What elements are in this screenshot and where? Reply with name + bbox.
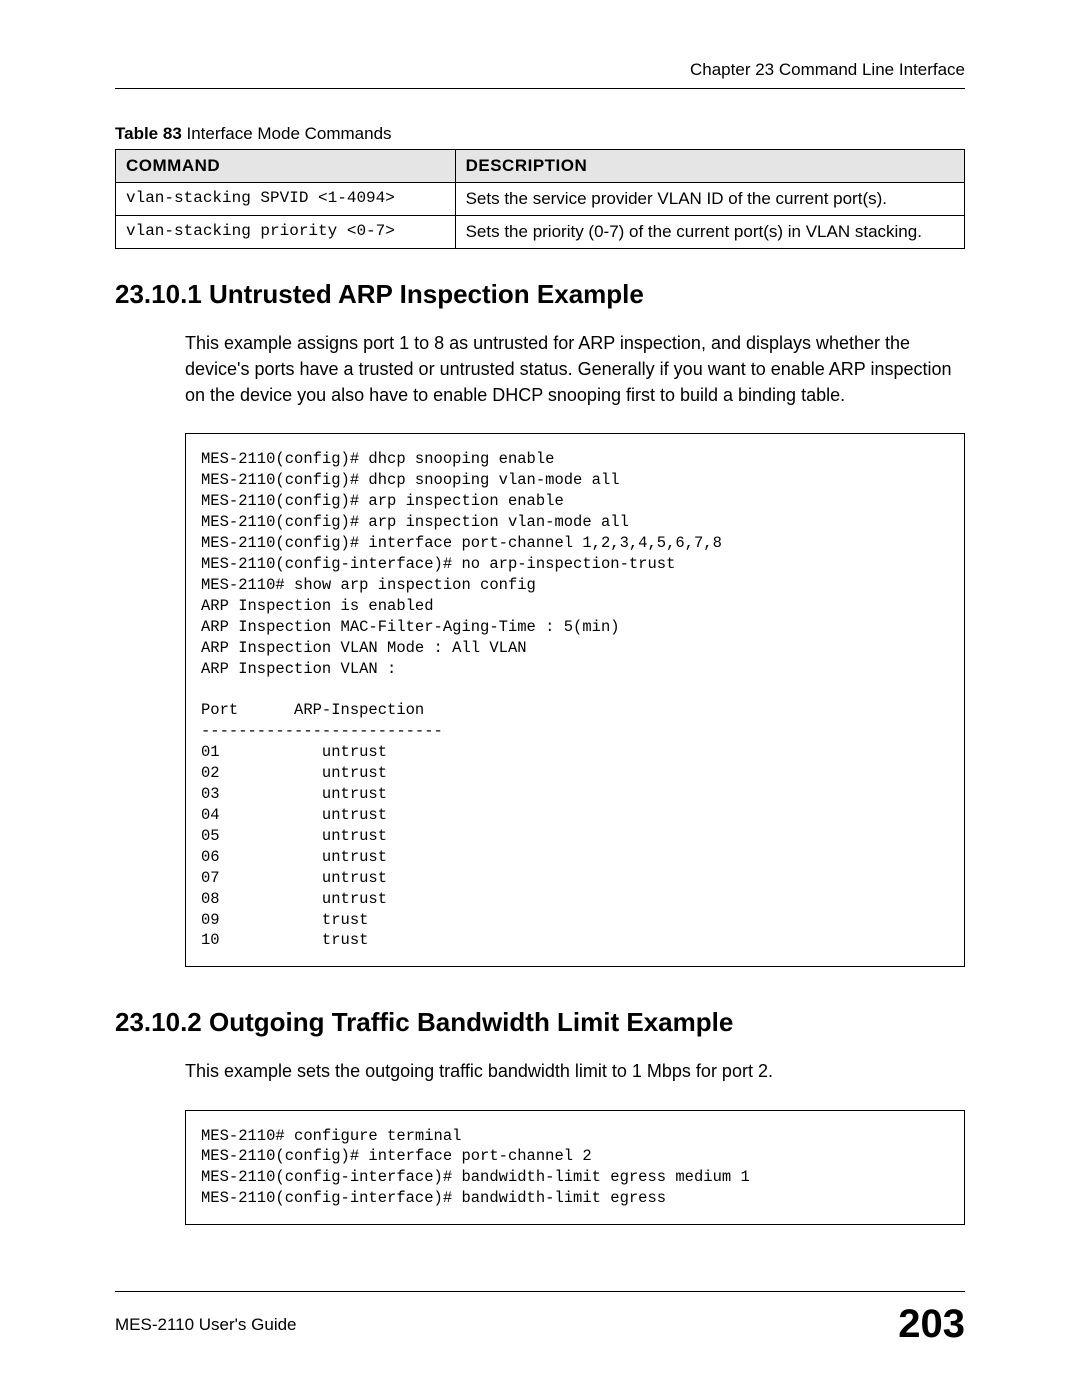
footer-row: MES-2110 User's Guide 203 — [115, 1302, 965, 1347]
table-row: vlan-stacking SPVID <1-4094> Sets the se… — [116, 183, 965, 216]
commands-table: Command Description vlan-stacking SPVID … — [115, 149, 965, 249]
page-footer: MES-2110 User's Guide 203 — [115, 1291, 965, 1347]
table-row: vlan-stacking priority <0-7> Sets the pr… — [116, 216, 965, 249]
code-block-1: MES-2110(config)# dhcp snooping enable M… — [185, 433, 965, 967]
section2-paragraph: This example sets the outgoing traffic b… — [185, 1058, 965, 1084]
cell-command: vlan-stacking SPVID <1-4094> — [116, 183, 456, 216]
table-label: Table 83 — [115, 124, 182, 143]
table-title: Interface Mode Commands — [182, 124, 392, 143]
footer-rule — [115, 1291, 965, 1292]
table-header-row: Command Description — [116, 150, 965, 183]
section1-paragraph: This example assigns port 1 to 8 as untr… — [185, 330, 965, 408]
page-number: 203 — [898, 1302, 965, 1347]
cell-command: vlan-stacking priority <0-7> — [116, 216, 456, 249]
cell-description: Sets the priority (0-7) of the current p… — [455, 216, 964, 249]
section-heading-1: 23.10.1 Untrusted ARP Inspection Example — [115, 279, 965, 310]
cell-description: Sets the service provider VLAN ID of the… — [455, 183, 964, 216]
col-command: Command — [116, 150, 456, 183]
section1-body: This example assigns port 1 to 8 as untr… — [185, 330, 965, 967]
header-rule — [115, 88, 965, 89]
section-heading-2: 23.10.2 Outgoing Traffic Bandwidth Limit… — [115, 1007, 965, 1038]
chapter-header: Chapter 23 Command Line Interface — [115, 60, 965, 80]
footer-guide-name: MES-2110 User's Guide — [115, 1315, 297, 1335]
page-content: Chapter 23 Command Line Interface Table … — [0, 0, 1080, 1315]
col-description: Description — [455, 150, 964, 183]
code-block-2: MES-2110# configure terminal MES-2110(co… — [185, 1110, 965, 1226]
table-caption: Table 83 Interface Mode Commands — [115, 124, 965, 144]
section2-body: This example sets the outgoing traffic b… — [185, 1058, 965, 1225]
